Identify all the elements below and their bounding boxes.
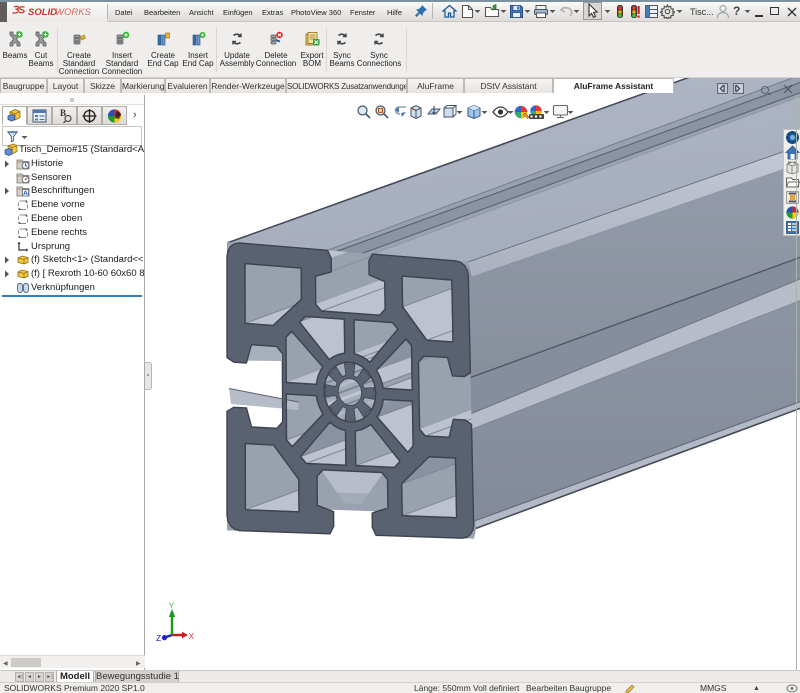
svg-text:Y: Y bbox=[169, 602, 175, 611]
svg-text:WORKS: WORKS bbox=[55, 7, 92, 18]
svg-text:X: X bbox=[189, 631, 195, 641]
svg-text:SOLID: SOLID bbox=[28, 7, 57, 18]
svg-text:Z: Z bbox=[156, 633, 161, 643]
svg-text:A: A bbox=[23, 190, 28, 197]
